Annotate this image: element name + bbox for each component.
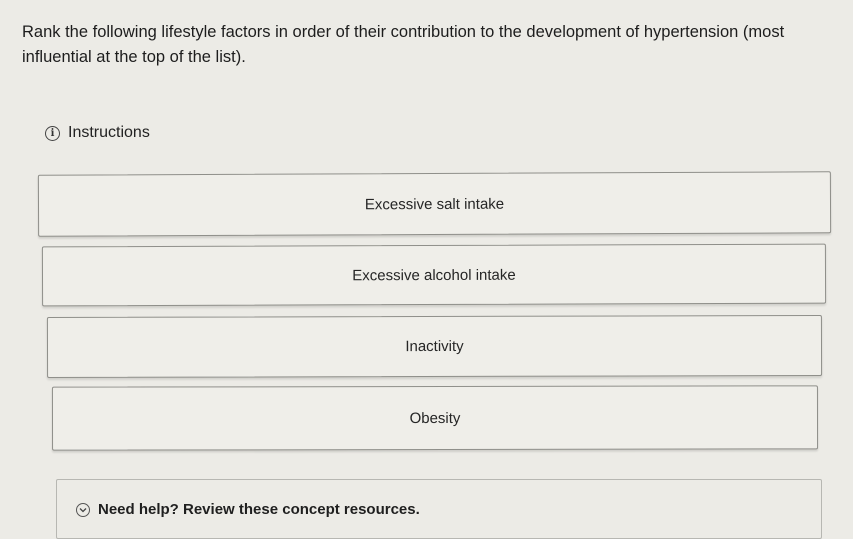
question-prompt: Rank the following lifestyle factors in … [22,23,785,66]
rank-item-excessive-alcohol-intake[interactable]: Excessive alcohol intake [41,243,827,307]
help-resources-label: Need help? Review these concept resource… [98,501,420,518]
rank-item-label: Obesity [409,409,461,427]
rank-item-label: Inactivity [405,337,464,356]
rank-item-inactivity[interactable]: Inactivity [46,314,823,379]
instructions-toggle[interactable]: i Instructions [45,124,150,142]
rank-item-label: Excessive alcohol intake [352,266,516,284]
chevron-down-circle-icon [76,502,90,517]
help-resources-toggle[interactable]: Need help? Review these concept resource… [76,501,420,518]
rank-item-label: Excessive salt intake [364,195,505,213]
info-icon: i [45,125,60,141]
instructions-label: Instructions [68,124,150,141]
rank-item-obesity[interactable]: Obesity [51,385,819,451]
rank-item-excessive-salt-intake[interactable]: Excessive salt intake [37,171,832,237]
